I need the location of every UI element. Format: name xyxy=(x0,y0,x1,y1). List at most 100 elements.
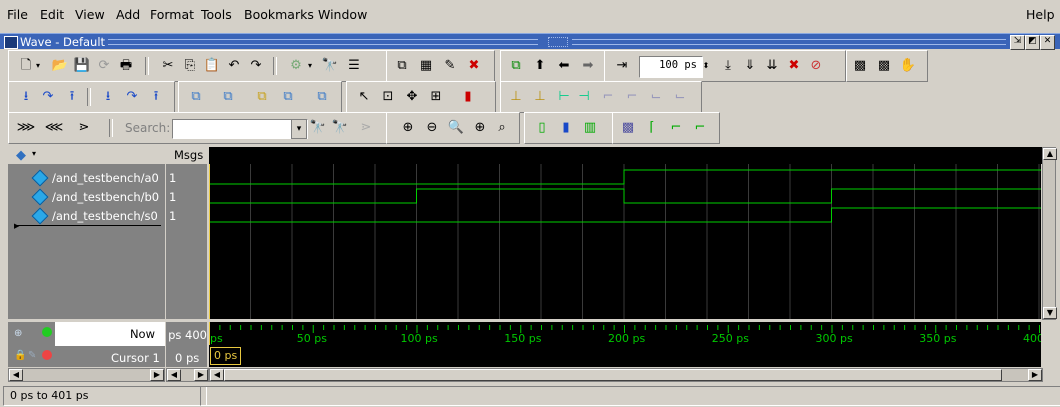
find-next-icon[interactable]: 🔭 xyxy=(331,119,349,137)
prev-edge-icon[interactable]: ⊢ xyxy=(555,88,573,106)
paste-icon[interactable]: 📋 xyxy=(203,57,221,75)
step-out-icon[interactable]: ⭱ xyxy=(63,88,81,106)
signals-menu-icon[interactable]: ◆ xyxy=(16,148,26,163)
edit-icon[interactable]: ✎ xyxy=(441,57,459,75)
show-grid-icon[interactable]: ▥ xyxy=(581,119,599,137)
search-dropdown-icon[interactable]: ▾ xyxy=(291,119,307,139)
add-log-icon[interactable]: ⧉ xyxy=(253,88,271,106)
undo-icon[interactable]: ↶ xyxy=(225,57,243,75)
menu-add[interactable]: Add xyxy=(116,7,140,22)
chevron-down-icon[interactable]: ▾ xyxy=(32,149,36,158)
undock-icon[interactable]: ◩ xyxy=(1025,35,1040,50)
menu-format[interactable]: Format xyxy=(150,7,194,22)
falling-edge-next-icon[interactable]: ⌐ xyxy=(623,88,641,106)
vertical-scrollbar[interactable]: ▲ ▼ xyxy=(1042,147,1057,320)
layers-icon[interactable]: ⧉ xyxy=(393,57,411,75)
menu-bookmarks[interactable]: Bookmarks xyxy=(244,7,314,22)
open-folder-icon[interactable]: 📂 xyxy=(51,57,69,75)
waveform-pane[interactable] xyxy=(209,164,1041,319)
signal-row-a0[interactable]: /and_testbench/a0 xyxy=(8,169,165,188)
right-arrow-icon[interactable]: ➡ xyxy=(579,57,597,75)
delete-cursor-icon[interactable] xyxy=(42,350,52,360)
zoom-cursor-icon[interactable]: ⊕ xyxy=(471,119,489,137)
select-cursor-icon[interactable]: ↖ xyxy=(355,88,373,106)
binoculars-icon[interactable]: 🔭 xyxy=(321,57,339,75)
continue-icon[interactable]: ⇓ xyxy=(741,57,759,75)
step-over-icon[interactable]: ↷ xyxy=(39,88,57,106)
grid-icon[interactable]: ▦ xyxy=(417,57,435,75)
rising-edge-icon[interactable]: ⌙ xyxy=(647,88,665,106)
search-input[interactable] xyxy=(172,119,308,139)
name-hscrollbar[interactable]: ◀ ▶ xyxy=(8,368,165,382)
scroll-left-icon[interactable]: ◀ xyxy=(210,369,224,381)
find-prev-icon[interactable]: 🔭 xyxy=(309,119,327,137)
cursor-label[interactable]: Cursor 1 xyxy=(111,351,160,365)
drag-handle-icon[interactable] xyxy=(548,37,568,47)
move-icon[interactable]: ✥ xyxy=(403,88,421,106)
find-options-icon[interactable]: ⋗ xyxy=(357,119,375,137)
zoom-full-icon[interactable]: 🔍 xyxy=(447,119,465,137)
step-over-alt-icon[interactable]: ↷ xyxy=(123,88,141,106)
show-db-icon[interactable]: ▮ xyxy=(557,119,575,137)
zoom-range-icon[interactable]: ⌕ xyxy=(493,119,511,137)
stop-icon[interactable]: ⊘ xyxy=(807,57,825,75)
scroll-left-icon[interactable]: ◀ xyxy=(9,369,23,381)
signal-row-s0[interactable]: /and_testbench/s0 xyxy=(8,207,165,226)
spinner-icon[interactable]: ⬍ xyxy=(701,57,711,75)
hierarchy-icon[interactable]: ⋗ xyxy=(73,119,95,137)
group-icon[interactable]: ⧉ xyxy=(507,57,525,75)
add-memory-icon[interactable]: ⧉ xyxy=(313,88,331,106)
break-icon[interactable]: ✖ xyxy=(785,57,803,75)
delete-icon[interactable]: ✖ xyxy=(465,57,483,75)
menu-tools[interactable]: Tools xyxy=(201,7,232,22)
scroll-right-icon[interactable]: ▶ xyxy=(1028,369,1042,381)
window-titlebar[interactable]: Wave - Default ⇲ ◩ ✕ xyxy=(0,33,1060,50)
dock-icon[interactable]: ⇲ xyxy=(1010,35,1025,50)
menu-edit[interactable]: Edit xyxy=(40,7,64,22)
scroll-thumb[interactable] xyxy=(224,369,1002,381)
scroll-right-icon[interactable]: ▶ xyxy=(150,369,164,381)
copy-icon[interactable]: ⎘ xyxy=(181,57,199,75)
add-wave-icon[interactable]: ⧉ xyxy=(187,88,205,106)
cursor-row[interactable]: 0 ps xyxy=(209,345,1041,367)
edit-cursor-icon[interactable]: ✎ xyxy=(28,350,36,361)
zoom-in-icon[interactable]: ⊕ xyxy=(399,119,417,137)
save-icon[interactable]: 💾 xyxy=(73,57,91,75)
show-wave-icon[interactable]: ▯ xyxy=(533,119,551,137)
palette-icon[interactable]: ▩ xyxy=(851,57,869,75)
wave-hscrollbar[interactable]: ◀ ▶ xyxy=(209,368,1043,382)
gear-icon[interactable]: ⚙ xyxy=(287,57,305,75)
menu-window[interactable]: Window xyxy=(318,7,367,22)
left-arrow-icon[interactable]: ⬅ xyxy=(555,57,573,75)
signal-row-b0[interactable]: /and_testbench/b0 xyxy=(8,188,165,207)
reload-icon[interactable]: ⟳ xyxy=(95,57,113,75)
timeline-ruler[interactable]: ps 50 ps 100 ps 150 ps 200 ps 250 ps 300 ps 350… xyxy=(209,322,1041,345)
run-length-input[interactable]: 100 ps xyxy=(639,56,703,78)
expand-icon[interactable]: ⋙ xyxy=(15,119,37,137)
chevron-down-icon[interactable]: ▾ xyxy=(33,57,43,75)
falling-edge-icon[interactable]: ⌐ xyxy=(599,88,617,106)
step-out-alt-icon[interactable]: ⭱ xyxy=(147,88,165,106)
waveform-canvas[interactable] xyxy=(209,164,1041,319)
palette-alt-icon[interactable]: ▩ xyxy=(875,57,893,75)
format-analog-icon[interactable]: ⌈ xyxy=(643,119,661,137)
step-icon[interactable]: ⭳ xyxy=(17,88,35,106)
run-icon[interactable]: ⤓ xyxy=(719,57,737,75)
redo-icon[interactable]: ↷ xyxy=(247,57,265,75)
next-edge-icon[interactable]: ⊣ xyxy=(575,88,593,106)
scroll-down-icon[interactable]: ▼ xyxy=(1043,307,1057,319)
scroll-right-icon[interactable]: ▶ xyxy=(194,369,208,381)
zoom-mode-icon[interactable]: ⊡ xyxy=(379,88,397,106)
signal-light-icon[interactable]: ▮ xyxy=(459,88,477,106)
rising-edge-next-icon[interactable]: ⌙ xyxy=(671,88,689,106)
insert-cursor-icon[interactable]: ⊥ xyxy=(507,88,525,106)
close-icon[interactable]: ✕ xyxy=(1040,35,1055,50)
menu-view[interactable]: View xyxy=(75,7,105,22)
value-hscrollbar[interactable]: ◀ ▶ xyxy=(166,368,209,382)
print-icon[interactable]: 🖶 xyxy=(117,57,135,75)
delete-cursor-icon[interactable]: ⊥ xyxy=(531,88,549,106)
list-icon[interactable]: ☰ xyxy=(345,57,363,75)
zoom-out-icon[interactable]: ⊖ xyxy=(423,119,441,137)
cursor-marker[interactable]: 0 ps xyxy=(210,347,242,365)
format-literal-icon[interactable]: ⌐ xyxy=(667,119,685,137)
